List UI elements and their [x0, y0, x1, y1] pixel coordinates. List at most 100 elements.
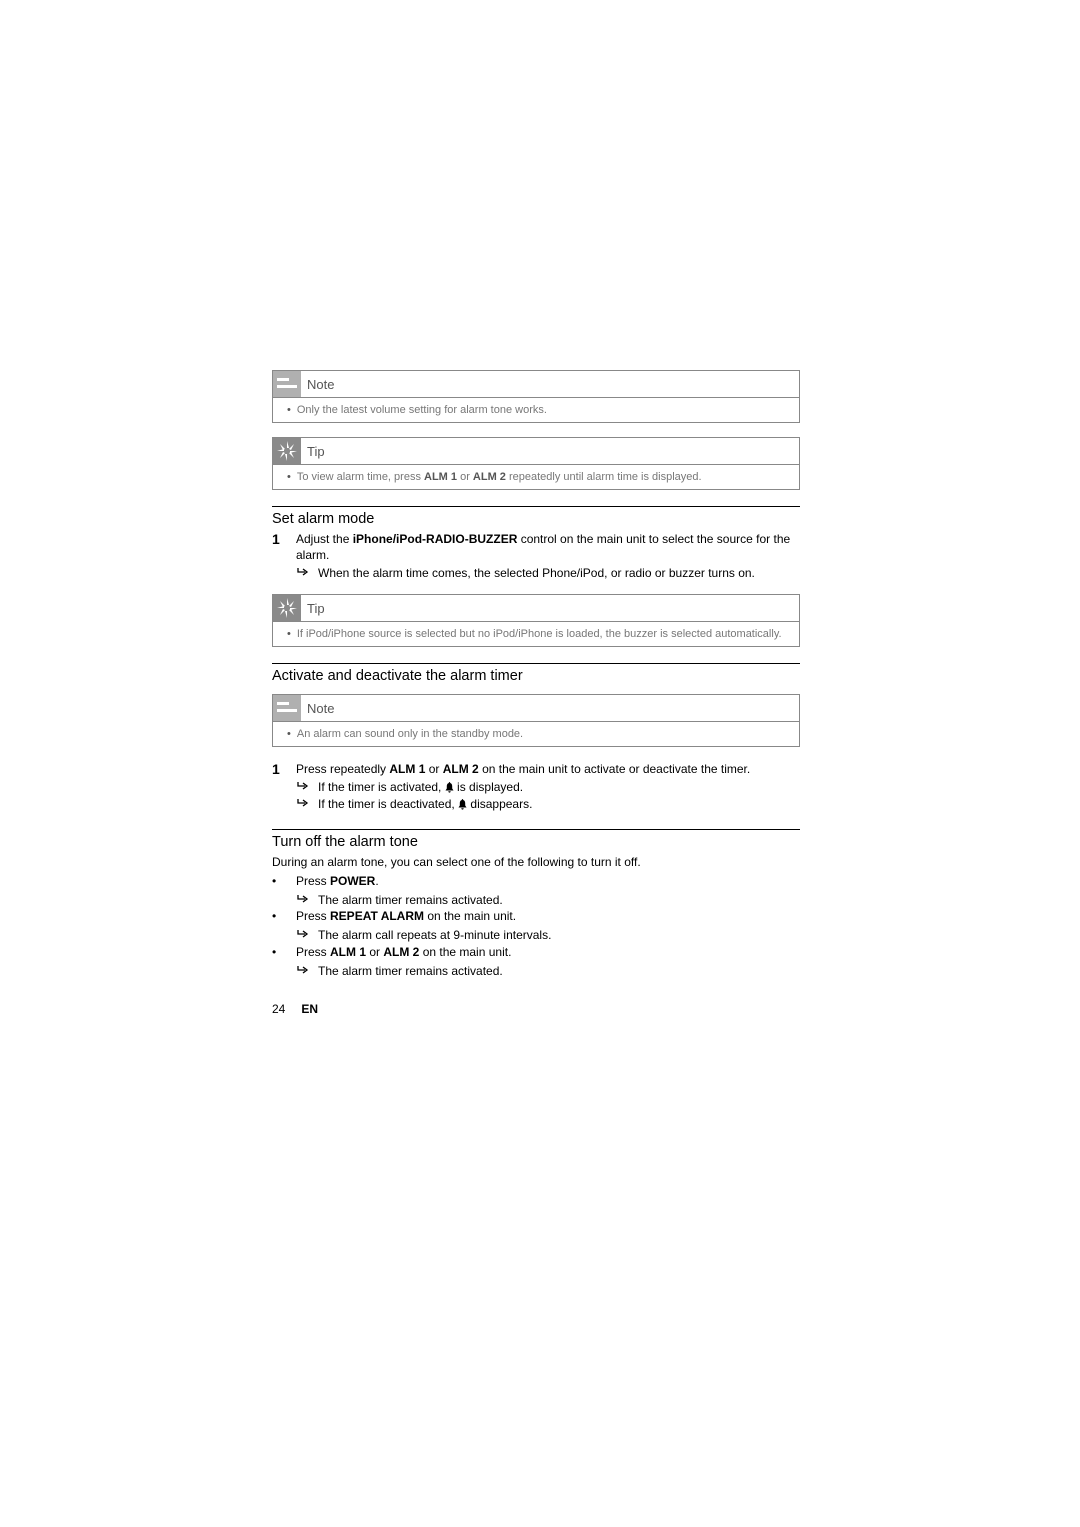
- note-icon: [273, 371, 301, 397]
- sub-list-item: When the alarm time comes, the selected …: [296, 565, 800, 582]
- text-fragment: If the timer is deactivated,: [318, 797, 458, 811]
- sub-text: When the alarm time comes, the selected …: [318, 565, 755, 582]
- callout-item: To view alarm time, press ALM 1 or ALM 2…: [287, 471, 789, 483]
- sub-list: If the timer is activated, is displayed.…: [296, 779, 800, 813]
- bold-text: iPhone/iPod-RADIO-BUZZER: [353, 532, 518, 546]
- sub-list-item: If the timer is deactivated, disappears.: [296, 796, 800, 813]
- sub-list-item: The alarm timer remains activated.: [296, 963, 800, 980]
- sub-list-item: The alarm timer remains activated.: [296, 892, 800, 909]
- arrow-right-icon: [296, 892, 310, 909]
- callout-header: Note: [273, 371, 799, 397]
- sub-list: When the alarm time comes, the selected …: [296, 565, 800, 582]
- sub-text: If the timer is activated, is displayed.: [318, 779, 523, 796]
- note-icon: [273, 695, 301, 721]
- callout-title: Tip: [307, 601, 325, 616]
- callout-title: Tip: [307, 444, 325, 459]
- section-heading-set-alarm: Set alarm mode: [272, 511, 800, 527]
- section-rule: [272, 506, 800, 507]
- callout-body: To view alarm time, press ALM 1 or ALM 2…: [273, 464, 799, 489]
- callout-title: Note: [307, 701, 334, 716]
- arrow-right-icon: [296, 927, 310, 944]
- section-rule: [272, 829, 800, 830]
- callout-item: An alarm can sound only in the standby m…: [287, 728, 789, 740]
- text-fragment: Press: [296, 874, 330, 888]
- section-heading-activate: Activate and deactivate the alarm timer: [272, 668, 800, 684]
- bullet-dot: •: [272, 944, 284, 980]
- bold-text: POWER: [330, 874, 375, 888]
- arrow-right-icon: [296, 796, 310, 813]
- text-fragment: or: [425, 762, 442, 776]
- bullet-list: • Press POWER. The alarm timer remains a…: [272, 873, 800, 980]
- note-callout: Note Only the latest volume setting for …: [272, 370, 800, 423]
- list-item: • Press ALM 1 or ALM 2 on the main unit.…: [272, 944, 800, 980]
- item-body: Press REPEAT ALARM on the main unit. The…: [296, 908, 800, 944]
- page-number: 24: [272, 1002, 285, 1016]
- callout-item: If iPod/iPhone source is selected but no…: [287, 628, 789, 640]
- sub-text: The alarm call repeats at 9-minute inter…: [318, 927, 551, 944]
- bold-text: ALM 2: [443, 762, 479, 776]
- text-fragment: Press: [296, 909, 330, 923]
- text-fragment: or: [457, 471, 473, 483]
- intro-text: During an alarm tone, you can select one…: [272, 854, 800, 871]
- step-body: Adjust the iPhone/iPod-RADIO-BUZZER cont…: [296, 531, 800, 582]
- text-fragment: on the main unit to activate or deactiva…: [479, 762, 750, 776]
- callout-header: Tip: [273, 595, 799, 621]
- bold-text: ALM 2: [383, 945, 419, 959]
- text-fragment: disappears.: [467, 797, 532, 811]
- section-heading-turn-off: Turn off the alarm tone: [272, 834, 800, 850]
- tip-icon: [273, 595, 301, 621]
- step-body: Press repeatedly ALM 1 or ALM 2 on the m…: [296, 761, 800, 813]
- text-fragment: or: [366, 945, 383, 959]
- step-row: 1 Adjust the iPhone/iPod-RADIO-BUZZER co…: [272, 531, 800, 582]
- sub-list-item: If the timer is activated, is displayed.: [296, 779, 800, 796]
- bullet-dot: •: [272, 908, 284, 944]
- tip-callout: Tip To view alarm time, press ALM 1 or A…: [272, 437, 800, 490]
- text-fragment: on the main unit.: [424, 909, 516, 923]
- bold-text: ALM 2: [473, 471, 506, 483]
- bold-text: REPEAT ALARM: [330, 909, 424, 923]
- item-body: Press ALM 1 or ALM 2 on the main unit. T…: [296, 944, 800, 980]
- section-rule: [272, 663, 800, 664]
- callout-body: Only the latest volume setting for alarm…: [273, 397, 799, 422]
- text-fragment: Press repeatedly: [296, 762, 389, 776]
- bell-icon: [458, 797, 467, 811]
- bold-text: ALM 1: [389, 762, 425, 776]
- item-body: Press POWER. The alarm timer remains act…: [296, 873, 800, 909]
- text-fragment: repeatedly until alarm time is displayed…: [506, 471, 702, 483]
- page-footer: 24 EN: [272, 1002, 800, 1016]
- text-fragment: Press: [296, 945, 330, 959]
- sub-list-item: The alarm call repeats at 9-minute inter…: [296, 927, 800, 944]
- language-code: EN: [301, 1002, 318, 1016]
- tip-icon: [273, 438, 301, 464]
- arrow-right-icon: [296, 565, 310, 582]
- manual-page-content: Note Only the latest volume setting for …: [272, 370, 800, 1016]
- callout-header: Note: [273, 695, 799, 721]
- list-item: • Press POWER. The alarm timer remains a…: [272, 873, 800, 909]
- callout-header: Tip: [273, 438, 799, 464]
- arrow-right-icon: [296, 963, 310, 980]
- step-row: 1 Press repeatedly ALM 1 or ALM 2 on the…: [272, 761, 800, 813]
- text-fragment: To view alarm time, press: [297, 471, 424, 483]
- sub-text: If the timer is deactivated, disappears.: [318, 796, 532, 813]
- text-fragment: If the timer is activated,: [318, 780, 445, 794]
- step-number: 1: [272, 761, 284, 813]
- step-number: 1: [272, 531, 284, 582]
- text-fragment: Adjust the: [296, 532, 353, 546]
- callout-body: An alarm can sound only in the standby m…: [273, 721, 799, 746]
- callout-item: Only the latest volume setting for alarm…: [287, 404, 789, 416]
- bold-text: ALM 1: [424, 471, 457, 483]
- arrow-right-icon: [296, 779, 310, 796]
- sub-text: The alarm timer remains activated.: [318, 963, 503, 980]
- bullet-dot: •: [272, 873, 284, 909]
- bell-icon: [445, 780, 454, 794]
- callout-title: Note: [307, 377, 334, 392]
- callout-body: If iPod/iPhone source is selected but no…: [273, 621, 799, 646]
- text-fragment: on the main unit.: [419, 945, 511, 959]
- tip-callout: Tip If iPod/iPhone source is selected bu…: [272, 594, 800, 647]
- note-callout: Note An alarm can sound only in the stan…: [272, 694, 800, 747]
- bold-text: ALM 1: [330, 945, 366, 959]
- list-item: • Press REPEAT ALARM on the main unit. T…: [272, 908, 800, 944]
- text-fragment: .: [375, 874, 378, 888]
- sub-text: The alarm timer remains activated.: [318, 892, 503, 909]
- text-fragment: is displayed.: [454, 780, 523, 794]
